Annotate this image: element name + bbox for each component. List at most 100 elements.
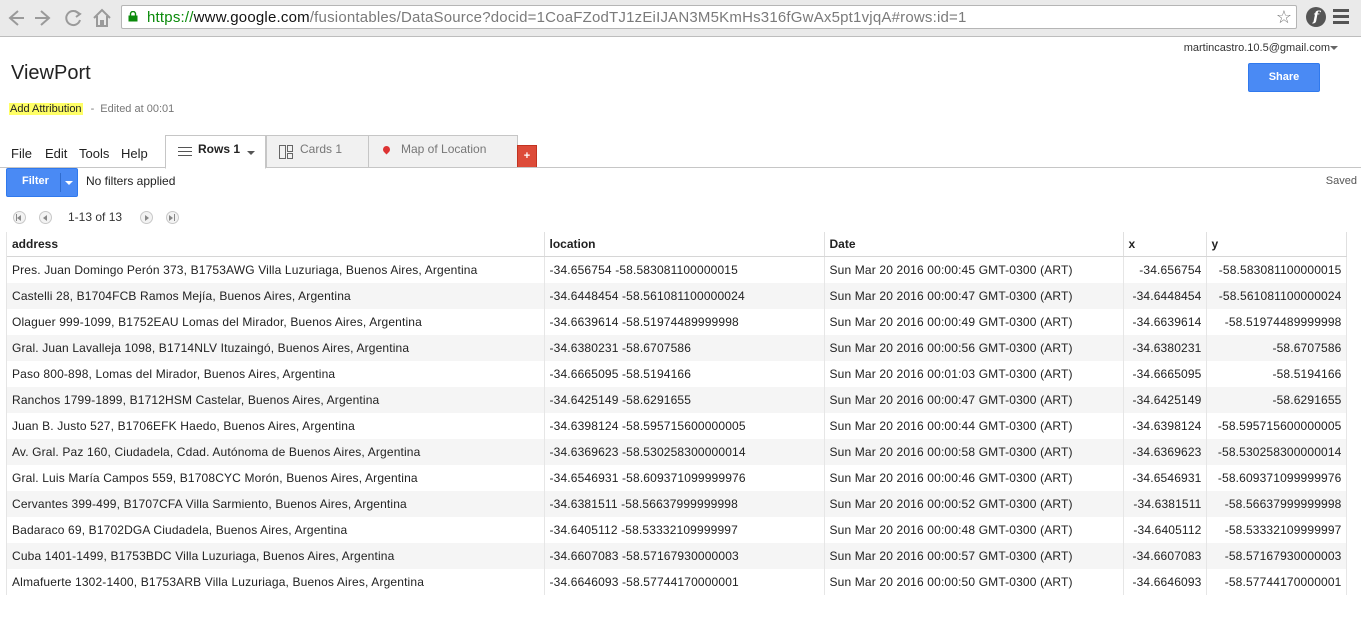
table-row[interactable]: Castelli 28, B1704FCB Ramos Mejía, Bueno… [7, 283, 1347, 309]
cell-address[interactable]: Av. Gral. Paz 160, Ciudadela, Cdad. Autó… [7, 439, 545, 465]
cell-location[interactable]: -34.6646093 -58.57744170000001 [544, 569, 825, 595]
column-header-location[interactable]: location [544, 232, 825, 257]
cell-date[interactable]: Sun Mar 20 2016 00:00:58 GMT-0300 (ART) [824, 439, 1124, 465]
column-header-address[interactable]: address [7, 232, 545, 257]
cell-location[interactable]: -34.6405112 -58.53332109999997 [544, 517, 825, 543]
cell-address[interactable]: Almafuerte 1302-1400, B1753ARB Villa Luz… [7, 569, 545, 595]
cell-date[interactable]: Sun Mar 20 2016 00:00:48 GMT-0300 (ART) [824, 517, 1124, 543]
account-caret-icon[interactable] [1330, 46, 1338, 50]
cell-address[interactable]: Castelli 28, B1704FCB Ramos Mejía, Bueno… [7, 283, 545, 309]
cell-y[interactable]: -58.57167930000003 [1206, 543, 1347, 569]
cell-x[interactable]: -34.6369623 [1123, 439, 1207, 465]
cell-location[interactable]: -34.6369623 -58.530258300000014 [544, 439, 825, 465]
cell-x[interactable]: -34.6646093 [1123, 569, 1207, 595]
cell-y[interactable]: -58.57744170000001 [1206, 569, 1347, 595]
cell-y[interactable]: -58.53332109999997 [1206, 517, 1347, 543]
cell-y[interactable]: -58.530258300000014 [1206, 439, 1347, 465]
cell-x[interactable]: -34.6425149 [1123, 387, 1207, 413]
cell-x[interactable]: -34.6380231 [1123, 335, 1207, 361]
cell-x[interactable]: -34.6665095 [1123, 361, 1207, 387]
filter-dropdown-icon[interactable] [65, 181, 73, 185]
tab-rows[interactable]: Rows 1 [165, 135, 266, 169]
table-row[interactable]: Gral. Luis María Campos 559, B1708CYC Mo… [7, 465, 1347, 491]
menu-file[interactable]: File [11, 146, 32, 161]
menu-edit[interactable]: Edit [45, 146, 67, 161]
menu-help[interactable]: Help [121, 146, 148, 161]
cell-date[interactable]: Sun Mar 20 2016 00:00:56 GMT-0300 (ART) [824, 335, 1124, 361]
tab-map[interactable]: Map of Location [368, 135, 518, 168]
cell-address[interactable]: Ranchos 1799-1899, B1712HSM Castelar, Bu… [7, 387, 545, 413]
table-row[interactable]: Av. Gral. Paz 160, Ciudadela, Cdad. Autó… [7, 439, 1347, 465]
reload-icon[interactable] [62, 7, 84, 29]
cell-y[interactable]: -58.56637999999998 [1206, 491, 1347, 517]
cell-y[interactable]: -58.595715600000005 [1206, 413, 1347, 439]
share-button[interactable]: Share [1248, 63, 1320, 92]
table-row[interactable]: Cervantes 399-499, B1707CFA Villa Sarmie… [7, 491, 1347, 517]
cell-location[interactable]: -34.6639614 -58.51974489999998 [544, 309, 825, 335]
cell-address[interactable]: Olaguer 999-1099, B1752EAU Lomas del Mir… [7, 309, 545, 335]
cell-x[interactable]: -34.6546931 [1123, 465, 1207, 491]
table-row[interactable]: Badaraco 69, B1702DGA Ciudadela, Buenos … [7, 517, 1347, 543]
last-page-icon[interactable] [166, 211, 179, 224]
cell-address[interactable]: Juan B. Justo 527, B1706EFK Haedo, Bueno… [7, 413, 545, 439]
cell-y[interactable]: -58.583081100000015 [1206, 256, 1347, 283]
cell-address[interactable]: Pres. Juan Domingo Perón 373, B1753AWG V… [7, 256, 545, 283]
cell-y[interactable]: -58.609371099999976 [1206, 465, 1347, 491]
home-icon[interactable] [91, 7, 113, 29]
cell-address[interactable]: Paso 800-898, Lomas del Mirador, Buenos … [7, 361, 545, 387]
table-row[interactable]: Paso 800-898, Lomas del Mirador, Buenos … [7, 361, 1347, 387]
table-row[interactable]: Juan B. Justo 527, B1706EFK Haedo, Bueno… [7, 413, 1347, 439]
column-header-y[interactable]: y [1206, 232, 1347, 257]
table-row[interactable]: Gral. Juan Lavalleja 1098, B1714NLV Ituz… [7, 335, 1347, 361]
bookmark-star-icon[interactable]: ☆ [1276, 7, 1292, 28]
cell-date[interactable]: Sun Mar 20 2016 00:00:44 GMT-0300 (ART) [824, 413, 1124, 439]
cell-date[interactable]: Sun Mar 20 2016 00:00:57 GMT-0300 (ART) [824, 543, 1124, 569]
cell-x[interactable]: -34.6639614 [1123, 309, 1207, 335]
account-email[interactable]: martincastro.10.5@gmail.com [1184, 42, 1330, 54]
tab-cards[interactable]: Cards 1 [266, 135, 369, 168]
menu-tools[interactable]: Tools [79, 146, 109, 161]
cell-location[interactable]: -34.6398124 -58.595715600000005 [544, 413, 825, 439]
cell-location[interactable]: -34.6665095 -58.5194166 [544, 361, 825, 387]
cell-date[interactable]: Sun Mar 20 2016 00:00:50 GMT-0300 (ART) [824, 569, 1124, 595]
cell-address[interactable]: Badaraco 69, B1702DGA Ciudadela, Buenos … [7, 517, 545, 543]
cell-date[interactable]: Sun Mar 20 2016 00:00:45 GMT-0300 (ART) [824, 256, 1124, 283]
column-header-date[interactable]: Date [824, 232, 1124, 257]
first-page-icon[interactable] [13, 211, 26, 224]
cell-x[interactable]: -34.6607083 [1123, 543, 1207, 569]
cell-y[interactable]: -58.6291655 [1206, 387, 1347, 413]
extension-icon[interactable]: f [1306, 7, 1326, 27]
next-page-icon[interactable] [140, 211, 153, 224]
table-row[interactable]: Olaguer 999-1099, B1752EAU Lomas del Mir… [7, 309, 1347, 335]
cell-y[interactable]: -58.561081100000024 [1206, 283, 1347, 309]
browser-menu-icon[interactable] [1333, 9, 1349, 27]
cell-location[interactable]: -34.6425149 -58.6291655 [544, 387, 825, 413]
page-title[interactable]: ViewPort [11, 62, 91, 85]
table-row[interactable]: Pres. Juan Domingo Perón 373, B1753AWG V… [7, 256, 1347, 283]
cell-date[interactable]: Sun Mar 20 2016 00:00:47 GMT-0300 (ART) [824, 283, 1124, 309]
cell-address[interactable]: Cuba 1401-1499, B1753BDC Villa Luzuriaga… [7, 543, 545, 569]
cell-location[interactable]: -34.6381511 -58.56637999999998 [544, 491, 825, 517]
cell-address[interactable]: Gral. Juan Lavalleja 1098, B1714NLV Ituz… [7, 335, 545, 361]
table-row[interactable]: Cuba 1401-1499, B1753BDC Villa Luzuriaga… [7, 543, 1347, 569]
cell-location[interactable]: -34.656754 -58.583081100000015 [544, 256, 825, 283]
address-bar[interactable]: https://www.google.com/fusiontables/Data… [121, 5, 1297, 29]
cell-x[interactable]: -34.6381511 [1123, 491, 1207, 517]
cell-location[interactable]: -34.6380231 -58.6707586 [544, 335, 825, 361]
table-row[interactable]: Ranchos 1799-1899, B1712HSM Castelar, Bu… [7, 387, 1347, 413]
cell-date[interactable]: Sun Mar 20 2016 00:00:49 GMT-0300 (ART) [824, 309, 1124, 335]
cell-y[interactable]: -58.6707586 [1206, 335, 1347, 361]
add-attribution-link[interactable]: Add Attribution [9, 103, 83, 115]
cell-address[interactable]: Cervantes 399-499, B1707CFA Villa Sarmie… [7, 491, 545, 517]
back-icon[interactable] [4, 7, 26, 29]
cell-location[interactable]: -34.6546931 -58.609371099999976 [544, 465, 825, 491]
column-header-x[interactable]: x [1123, 232, 1207, 257]
cell-location[interactable]: -34.6607083 -58.57167930000003 [544, 543, 825, 569]
cell-x[interactable]: -34.6398124 [1123, 413, 1207, 439]
add-tab-button[interactable]: + [517, 145, 537, 168]
table-row[interactable]: Almafuerte 1302-1400, B1753ARB Villa Luz… [7, 569, 1347, 595]
cell-x[interactable]: -34.656754 [1123, 256, 1207, 283]
cell-location[interactable]: -34.6448454 -58.561081100000024 [544, 283, 825, 309]
cell-date[interactable]: Sun Mar 20 2016 00:00:52 GMT-0300 (ART) [824, 491, 1124, 517]
cell-date[interactable]: Sun Mar 20 2016 00:01:03 GMT-0300 (ART) [824, 361, 1124, 387]
